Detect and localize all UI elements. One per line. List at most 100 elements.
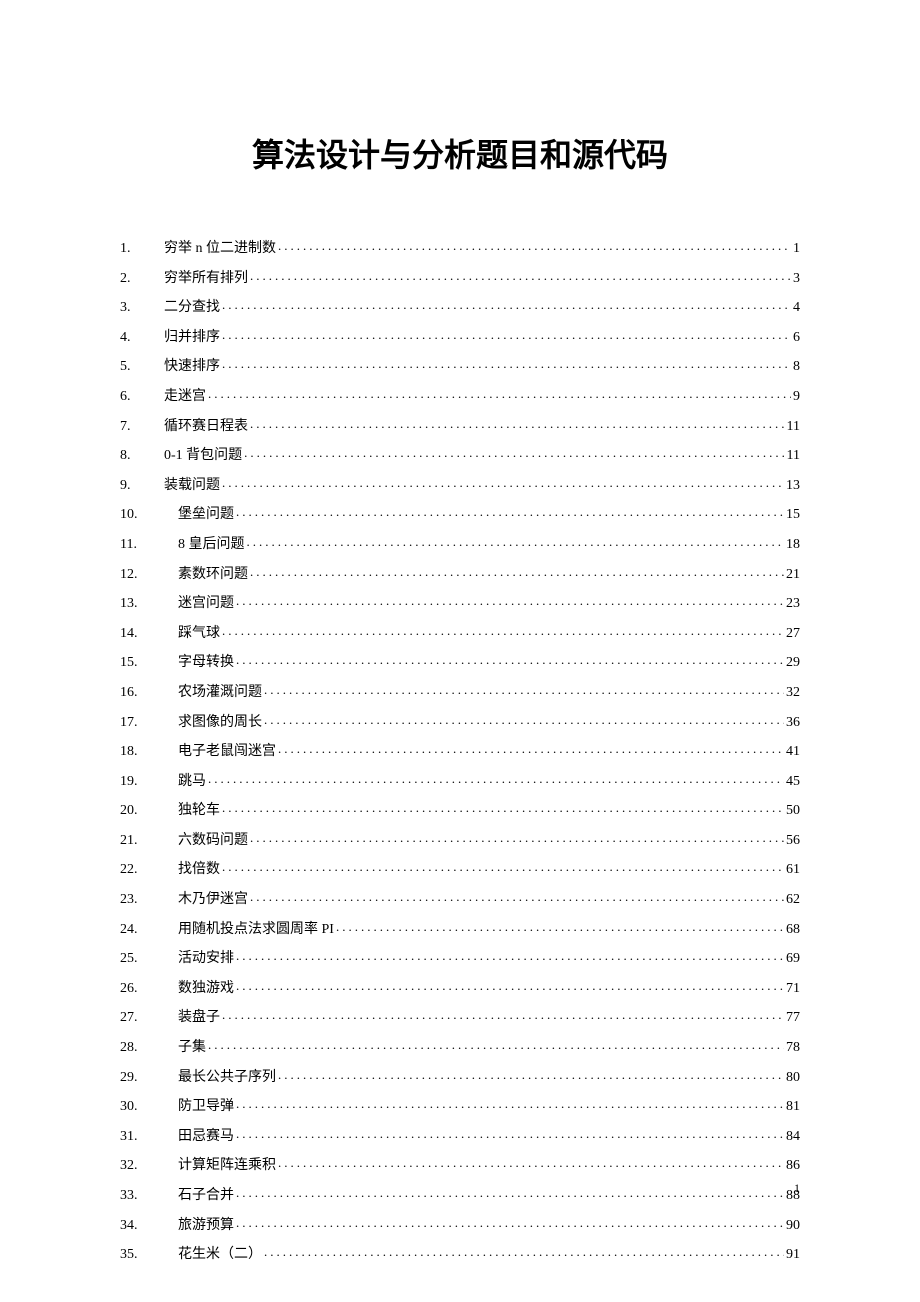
toc-label-wrap: 8 皇后问题18 xyxy=(164,534,800,552)
toc-row: 10.堡垒问题15 xyxy=(120,504,800,522)
toc-leader-dots xyxy=(264,1244,784,1258)
toc-number: 25. xyxy=(120,952,164,966)
toc-label: 循环赛日程表 xyxy=(164,420,248,434)
toc-number: 31. xyxy=(120,1130,164,1144)
toc-leader-dots xyxy=(244,445,784,459)
toc-number: 17. xyxy=(120,716,164,730)
toc-row: 5.快速排序8 xyxy=(120,356,800,374)
toc-row: 19.跳马45 xyxy=(120,771,800,789)
toc-page: 1 xyxy=(793,242,800,256)
toc-leader-dots xyxy=(264,682,784,696)
toc-leader-dots xyxy=(250,889,784,903)
toc-leader-dots xyxy=(236,593,784,607)
toc-leader-dots xyxy=(250,564,784,578)
toc-label: 木乃伊迷宫 xyxy=(178,893,248,907)
toc-row: 6.走迷宫9 xyxy=(120,386,800,404)
toc-number: 1. xyxy=(120,242,164,256)
toc-leader-dots xyxy=(236,948,784,962)
toc-leader-dots xyxy=(208,386,791,400)
toc-label-wrap: 踩气球27 xyxy=(164,623,800,641)
toc-row: 16.农场灌溉问题32 xyxy=(120,682,800,700)
toc-label: 活动安排 xyxy=(178,952,234,966)
toc-page: 80 xyxy=(786,1071,800,1085)
toc-number: 33. xyxy=(120,1189,164,1203)
toc-leader-dots xyxy=(222,623,784,637)
toc-number: 3. xyxy=(120,301,164,315)
toc-row: 18.电子老鼠闯迷宫41 xyxy=(120,741,800,759)
toc-number: 32. xyxy=(120,1159,164,1173)
toc-page: 86 xyxy=(786,1159,800,1173)
toc-row: 24.用随机投点法求圆周率 PI68 xyxy=(120,919,800,937)
toc-label: 素数环问题 xyxy=(178,568,248,582)
toc-label-wrap: 电子老鼠闯迷宫41 xyxy=(164,741,800,759)
toc-page: 50 xyxy=(786,804,800,818)
toc-label-wrap: 用随机投点法求圆周率 PI68 xyxy=(164,919,800,937)
toc-page: 61 xyxy=(786,863,800,877)
toc-leader-dots xyxy=(247,534,785,548)
toc-leader-dots xyxy=(236,1126,784,1140)
toc-label-wrap: 石子合并88 xyxy=(164,1185,800,1203)
toc-leader-dots xyxy=(208,1037,784,1051)
toc-label-wrap: 素数环问题21 xyxy=(164,564,800,582)
toc-number: 34. xyxy=(120,1219,164,1233)
toc-label: 找倍数 xyxy=(178,863,220,877)
toc-page: 71 xyxy=(786,982,800,996)
toc-page: 91 xyxy=(786,1248,800,1262)
toc-label: 计算矩阵连乘积 xyxy=(178,1159,276,1173)
toc-label-wrap: 二分查找4 xyxy=(164,297,800,315)
toc-page: 90 xyxy=(786,1219,800,1233)
toc-leader-dots xyxy=(222,1007,784,1021)
toc-row: 7.循环赛日程表11 xyxy=(120,416,800,434)
toc-leader-dots xyxy=(222,800,784,814)
toc-label-wrap: 子集78 xyxy=(164,1037,800,1055)
toc-label-wrap: 循环赛日程表11 xyxy=(164,416,800,434)
toc-row: 4.归并排序6 xyxy=(120,327,800,345)
toc-page: 32 xyxy=(786,686,800,700)
toc-page: 69 xyxy=(786,952,800,966)
toc-row: 20. 独轮车 50 xyxy=(120,800,800,818)
toc-row: 15.字母转换29 xyxy=(120,652,800,670)
toc-label: 电子老鼠闯迷宫 xyxy=(178,745,276,759)
toc-label-wrap: 迷宫问题23 xyxy=(164,593,800,611)
toc-row: 2.穷举所有排列3 xyxy=(120,268,800,286)
toc-page: 68 xyxy=(786,923,800,937)
toc-number: 22. xyxy=(120,863,164,877)
toc-label-wrap: 跳马45 xyxy=(164,771,800,789)
toc-leader-dots xyxy=(250,830,784,844)
toc-leader-dots xyxy=(236,1096,784,1110)
toc-label-wrap: 穷举所有排列3 xyxy=(164,268,800,286)
toc-label: 独轮车 xyxy=(178,804,220,818)
toc-number: 29. xyxy=(120,1071,164,1085)
toc-label: 0-1 背包问题 xyxy=(164,449,242,463)
toc-row: 27.装盘子77 xyxy=(120,1007,800,1025)
toc-row: 32. 计算矩阵连乘积 86 xyxy=(120,1155,800,1173)
toc-row: 25. 活动安排 69 xyxy=(120,948,800,966)
toc-leader-dots xyxy=(264,712,784,726)
toc-page: 8 xyxy=(793,360,800,374)
toc-number: 15. xyxy=(120,656,164,670)
toc-page: 15 xyxy=(786,508,800,522)
toc-label-wrap: 堡垒问题15 xyxy=(164,504,800,522)
toc-page: 6 xyxy=(793,331,800,345)
toc-page: 56 xyxy=(786,834,800,848)
toc-number: 21. xyxy=(120,834,164,848)
toc-leader-dots xyxy=(236,1185,784,1199)
toc-number: 13. xyxy=(120,597,164,611)
toc-number: 23. xyxy=(120,893,164,907)
toc-label-wrap: 0-1 背包问题 11 xyxy=(164,445,800,463)
toc-label-wrap: 数独游戏71 xyxy=(164,978,800,996)
toc-label-wrap: 最长公共子序列80 xyxy=(164,1067,800,1085)
toc-label-wrap: 装盘子77 xyxy=(164,1007,800,1025)
page-number: 1 xyxy=(794,1181,800,1196)
toc-row: 22. 找倍数 61 xyxy=(120,859,800,877)
toc-leader-dots xyxy=(236,978,784,992)
toc-number: 6. xyxy=(120,390,164,404)
toc-label: 二分查找 xyxy=(164,301,220,315)
toc-number: 5. xyxy=(120,360,164,374)
toc-label: 迷宫问题 xyxy=(178,597,234,611)
toc-number: 2. xyxy=(120,272,164,286)
toc-number: 20. xyxy=(120,804,164,818)
toc-label: 六数码问题 xyxy=(178,834,248,848)
toc-label: 装载问题 xyxy=(164,479,220,493)
toc-row: 17.求图像的周长36 xyxy=(120,712,800,730)
